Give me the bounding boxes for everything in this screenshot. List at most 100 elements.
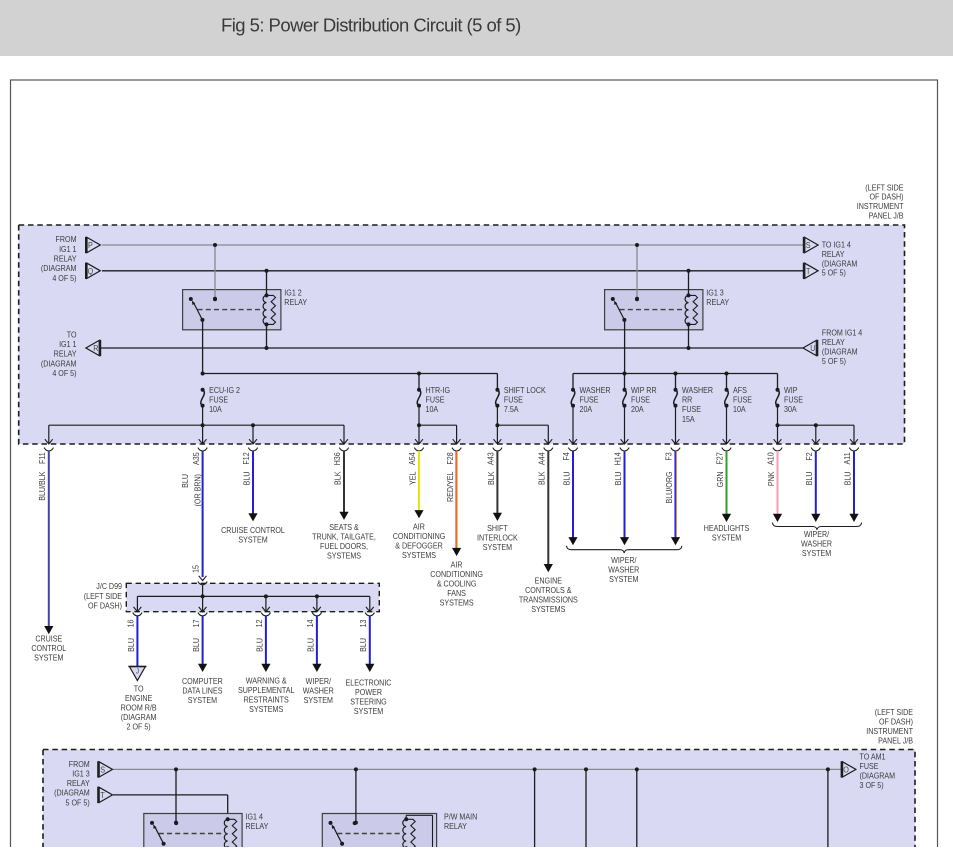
svg-text:CONTROL: CONTROL — [31, 643, 66, 653]
svg-text:P: P — [88, 241, 93, 250]
svg-text:CRUISE: CRUISE — [35, 634, 62, 644]
svg-text:RELAY: RELAY — [822, 337, 846, 347]
svg-text:FUSE: FUSE — [860, 761, 879, 771]
svg-text:J/C D99: J/C D99 — [96, 582, 122, 592]
svg-text:& DEFOGGER: & DEFOGGER — [395, 541, 443, 551]
svg-text:U: U — [810, 344, 815, 353]
svg-text:DATA LINES: DATA LINES — [182, 686, 222, 696]
svg-text:RELAY: RELAY — [284, 297, 308, 307]
svg-text:COMPUTER: COMPUTER — [182, 677, 223, 687]
svg-text:CONDITIONING: CONDITIONING — [393, 532, 446, 542]
svg-text:SYSTEM: SYSTEM — [483, 542, 512, 552]
svg-text:SYSTEMS: SYSTEMS — [531, 605, 565, 615]
svg-text:IG1 1: IG1 1 — [59, 339, 76, 349]
svg-text:13: 13 — [358, 619, 368, 628]
svg-text:CRUISE CONTROL: CRUISE CONTROL — [221, 525, 285, 535]
svg-text:SYSTEM: SYSTEM — [238, 535, 267, 545]
svg-text:TO: TO — [134, 684, 144, 694]
svg-text:WIPER/: WIPER/ — [306, 677, 332, 687]
svg-text:4 OF 5): 4 OF 5) — [52, 369, 76, 379]
svg-text:BLU: BLU — [805, 471, 815, 485]
svg-text:INSTRUMENT: INSTRUMENT — [857, 202, 904, 212]
svg-text:RELAY: RELAY — [822, 249, 846, 259]
svg-text:30A: 30A — [784, 405, 797, 415]
svg-text:BLU: BLU — [359, 638, 369, 652]
svg-text:BLU: BLU — [126, 638, 136, 652]
svg-text:HEADLIGHTS: HEADLIGHTS — [704, 523, 750, 533]
svg-text:RR: RR — [682, 395, 693, 405]
svg-text:SYSTEM: SYSTEM — [802, 548, 831, 558]
svg-text:IG1 3: IG1 3 — [72, 769, 90, 779]
svg-text:H36: H36 — [333, 452, 343, 466]
svg-text:FUSE: FUSE — [580, 395, 599, 405]
svg-text:AFS: AFS — [733, 385, 747, 395]
svg-text:14: 14 — [306, 619, 316, 628]
svg-text:2 OF 5): 2 OF 5) — [127, 722, 151, 732]
svg-text:AIR: AIR — [413, 522, 425, 532]
svg-text:5 OF 5): 5 OF 5) — [66, 798, 90, 808]
svg-text:FUEL DOORS,: FUEL DOORS, — [320, 542, 368, 552]
svg-text:(DIAGRAM: (DIAGRAM — [54, 788, 90, 798]
svg-text:SYSTEMS: SYSTEMS — [249, 704, 283, 714]
svg-text:FUSE: FUSE — [631, 395, 650, 405]
svg-text:(DIAGRAM: (DIAGRAM — [41, 264, 77, 274]
svg-text:WASHER: WASHER — [801, 539, 832, 549]
svg-text:(OR BRN): (OR BRN) — [193, 474, 203, 507]
svg-text:SUPPLEMENTAL: SUPPLEMENTAL — [238, 685, 295, 695]
svg-text:IG1 2: IG1 2 — [284, 288, 301, 298]
svg-text:5 OF 5): 5 OF 5) — [822, 268, 846, 278]
svg-text:F12: F12 — [242, 452, 252, 464]
svg-text:HTR-IG: HTR-IG — [426, 385, 451, 395]
svg-text:WIPER/: WIPER/ — [611, 555, 637, 565]
svg-text:AIR: AIR — [451, 560, 463, 570]
svg-text:IG1 4: IG1 4 — [246, 812, 264, 822]
svg-text:FUSE: FUSE — [682, 405, 701, 415]
svg-text:RED/YEL: RED/YEL — [445, 471, 455, 502]
svg-text:CONTROLS &: CONTROLS & — [525, 586, 572, 596]
svg-text:TRANSMISSIONS: TRANSMISSIONS — [519, 595, 578, 605]
svg-text:FUSE: FUSE — [504, 395, 523, 405]
svg-text:F11: F11 — [37, 452, 47, 464]
svg-text:TO: TO — [67, 330, 77, 340]
svg-text:BLK: BLK — [333, 471, 343, 485]
svg-text:SYSTEM: SYSTEM — [712, 533, 741, 543]
svg-text:SYSTEMS: SYSTEMS — [327, 551, 361, 561]
svg-text:A11: A11 — [843, 452, 853, 464]
svg-text:PANEL J/B: PANEL J/B — [878, 736, 913, 746]
svg-text:FUSE: FUSE — [209, 395, 228, 405]
svg-text:WASHER: WASHER — [303, 686, 334, 696]
svg-text:SEATS &: SEATS & — [329, 523, 359, 533]
svg-text:15: 15 — [191, 564, 201, 573]
svg-text:SYSTEM: SYSTEM — [34, 653, 63, 663]
svg-text:(DIAGRAM: (DIAGRAM — [822, 347, 858, 357]
svg-text:R: R — [93, 344, 99, 353]
svg-text:RELAY: RELAY — [246, 821, 270, 831]
svg-text:S: S — [100, 765, 105, 774]
svg-text:T: T — [100, 791, 105, 800]
svg-text:SHIFT: SHIFT — [487, 523, 508, 533]
svg-text:RELAY: RELAY — [54, 254, 78, 264]
svg-text:WASHER: WASHER — [608, 565, 639, 575]
svg-text:H14: H14 — [613, 452, 623, 466]
svg-text:ELECTRONIC: ELECTRONIC — [346, 678, 392, 688]
svg-text:SYSTEMS: SYSTEMS — [440, 598, 474, 608]
svg-text:WASHER: WASHER — [580, 385, 611, 395]
svg-text:BLU: BLU — [613, 471, 623, 485]
svg-text:BLU: BLU — [562, 471, 572, 485]
svg-text:(DIAGRAM: (DIAGRAM — [822, 259, 858, 269]
svg-text:FROM: FROM — [69, 759, 90, 769]
svg-text:A10: A10 — [766, 452, 776, 465]
svg-text:WIPER/: WIPER/ — [804, 529, 830, 539]
svg-text:BLU: BLU — [843, 471, 853, 485]
svg-text:FUSE: FUSE — [426, 395, 445, 405]
svg-text:Q: Q — [88, 266, 94, 275]
svg-text:(LEFT SIDE: (LEFT SIDE — [865, 183, 903, 193]
svg-text:SYSTEM: SYSTEM — [304, 696, 333, 706]
svg-text:FROM: FROM — [56, 235, 77, 245]
svg-text:POWER: POWER — [355, 687, 382, 697]
svg-text:RESTRAINTS: RESTRAINTS — [244, 695, 289, 705]
svg-text:& COOLING: & COOLING — [437, 579, 477, 589]
svg-text:WARNING &: WARNING & — [246, 676, 288, 686]
svg-text:12: 12 — [255, 620, 265, 628]
svg-text:INSTRUMENT: INSTRUMENT — [866, 726, 913, 736]
